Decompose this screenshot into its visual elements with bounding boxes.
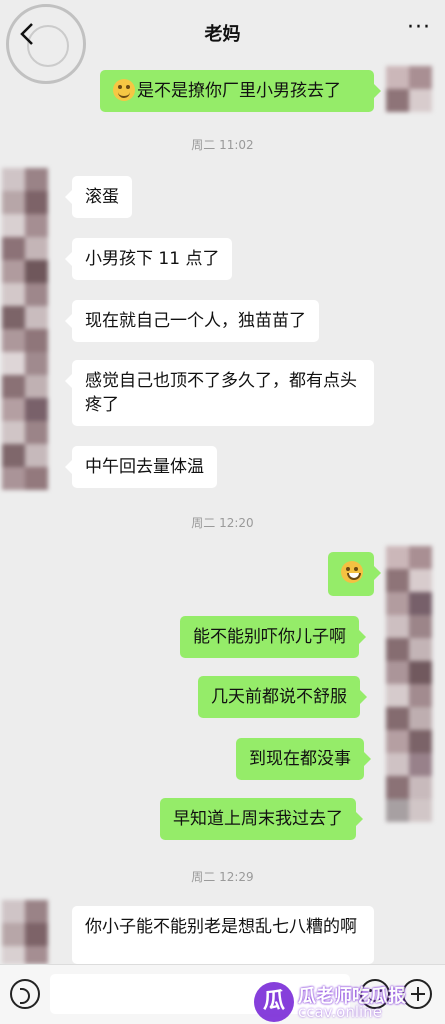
message-text: 能不能别吓你儿子啊 (193, 627, 346, 647)
laugh-cry-emoji-icon (341, 561, 363, 583)
message-bubble-outgoing[interactable]: 到现在都没事 (236, 738, 371, 780)
message-bubble-outgoing[interactable]: 早知道上周末我过去了 (160, 798, 363, 840)
avatar-self[interactable] (386, 546, 432, 822)
watermark-domain: ccav.online (298, 1003, 382, 1021)
message-bubble-incoming[interactable]: 中午回去量体温 (65, 446, 217, 488)
message-text: 几天前都说不舒服 (211, 687, 347, 707)
message-text: 到现在都没事 (249, 749, 351, 769)
message-bubble-incoming[interactable]: 小男孩下 11 点了 (64, 238, 233, 280)
timestamp: 周二 12:29 (191, 870, 254, 884)
message-text: 是不是撩你厂里小男孩去了 (137, 81, 341, 101)
plus-icon[interactable] (402, 979, 432, 1009)
title-bar: 老妈 ··· (0, 0, 445, 84)
message-text: 滚蛋 (85, 187, 119, 207)
watermark-logo: 瓜 (254, 982, 294, 1022)
message-text: 早知道上周末我过去了 (173, 809, 343, 829)
message-text: 中午回去量体温 (85, 457, 204, 477)
timestamp: 周二 11:02 (191, 138, 254, 152)
timestamp: 周二 12:20 (191, 516, 254, 530)
chat-title: 老妈 (204, 24, 241, 45)
avatar-mom[interactable] (2, 900, 48, 964)
message-bubble-outgoing[interactable]: 几天前都说不舒服 (198, 676, 367, 718)
message-bubble-incoming[interactable]: 现在就自己一个人，独苗苗了 (65, 300, 319, 342)
message-bubble-incoming[interactable]: 你小子能不能别老是想乱七八糟的啊 (72, 906, 374, 964)
message-bubble-incoming[interactable]: 滚蛋 (65, 176, 132, 218)
message-bubble-outgoing[interactable]: 能不能别吓你儿子啊 (180, 616, 366, 658)
voice-icon[interactable] (10, 979, 40, 1009)
message-text: 你小子能不能别老是想乱七八糟的啊 (85, 917, 357, 937)
message-bubble-outgoing[interactable] (328, 552, 381, 596)
message-text: 小男孩下 11 点了 (85, 249, 220, 269)
message-text: 感觉自己也顶不了多久了，都有点头疼了 (85, 371, 357, 415)
message-text: 现在就自己一个人，独苗苗了 (85, 311, 306, 331)
avatar-mom[interactable] (2, 168, 48, 490)
more-dots-icon[interactable]: ··· (407, 17, 431, 39)
message-bubble-incoming[interactable]: 感觉自己也顶不了多久了，都有点头疼了 (65, 360, 374, 426)
avatar-self[interactable] (386, 66, 432, 116)
message-bubble-outgoing[interactable]: 是不是撩你厂里小男孩去了 (100, 70, 381, 112)
grin-emoji-icon (113, 79, 135, 101)
